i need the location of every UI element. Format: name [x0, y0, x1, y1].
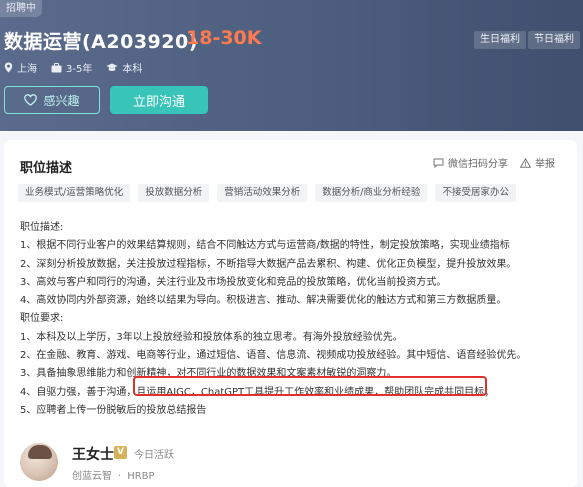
recruiter-company: 创蓝云智 · HRBP: [72, 467, 161, 482]
skill-tag: 投放数据分析: [138, 184, 210, 202]
briefcase-icon: [51, 62, 62, 72]
requirements-heading: 职位要求:: [20, 313, 64, 325]
experience: 3-5年: [51, 60, 92, 75]
skill-tag: 不接受居家办公: [435, 184, 516, 202]
description-heading: 职位描述:: [20, 222, 64, 233]
requirement-line: 5、应聘者上传一份脱敏后的投放总结报告: [20, 404, 207, 416]
job-header: 招聘中 数据运营(A203920) 18-30K 生日福利 节日福利 上海 3-…: [0, 0, 583, 131]
requirement-line: 2、在金融、教育、游戏、电商等行业，通过短信、语音、信息流、视频成功投放经验。其…: [20, 350, 527, 362]
active-status: 今日活跃: [134, 450, 174, 461]
report-button[interactable]: 举报: [520, 155, 555, 170]
highlight-annotation-box: [133, 376, 487, 396]
chat-now-button[interactable]: 立即沟通: [110, 86, 208, 114]
skill-tag: 业务模式/运营策略优化: [18, 184, 131, 202]
heart-icon: [24, 94, 38, 106]
skill-tag: 营销活动效果分析: [217, 184, 308, 202]
location-text: 上海: [17, 64, 37, 75]
job-title: 数据运营(A203920): [4, 31, 198, 53]
description-line: 3、高效与客户和同行的沟通，关注行业及市场投放变化和竞品的投放策略，优化当前投资…: [20, 276, 447, 288]
description-line: 2、深刻分析投放数据，关注投放过程指标，不断指导大数据产品去累积、构建、优化正负…: [20, 258, 517, 270]
description-line: 1、根据不同行业客户的效果结算规则，结合不同触达方式与运营商/数据的特性，制定投…: [20, 240, 510, 252]
education: 本科: [106, 60, 142, 75]
benefit-tag-festival: 节日福利: [528, 31, 580, 49]
requirement-line: 1、本科及以上学历，3年以上投放经验和投放体系的独立思考。有海外投放经验优先。: [20, 331, 403, 343]
company-name: 创蓝云智: [72, 471, 112, 482]
job-meta: 上海 3-5年 本科: [4, 60, 156, 75]
wechat-share-label: 微信扫码分享: [448, 159, 508, 170]
salary: 18-30K: [186, 27, 262, 49]
chat-bubble-icon: [433, 158, 444, 168]
education-text: 本科: [122, 64, 143, 75]
interest-button-label: 感兴趣: [43, 93, 80, 108]
skill-tags: 业务模式/运营策略优化 投放数据分析 营销活动效果分析 数据分析/商业分析经验 …: [18, 184, 524, 202]
recruiter-role: HRBP: [127, 471, 155, 482]
report-label: 举报: [535, 159, 555, 170]
avatar: [20, 443, 58, 481]
status-badge: 招聘中: [0, 0, 42, 17]
job-description-card: 职位描述 微信扫码分享 举报 业务模式/运营策略优化 投放数据分析 营销活动效果…: [4, 140, 577, 487]
wechat-share-button[interactable]: 微信扫码分享: [433, 155, 508, 170]
interest-button[interactable]: 感兴趣: [4, 86, 100, 114]
section-title: 职位描述: [20, 161, 73, 176]
skill-tag: 数据分析/商业分析经验: [315, 184, 428, 202]
benefit-tag-birthday: 生日福利: [474, 31, 526, 49]
separator: ·: [118, 471, 122, 482]
verified-badge-icon: V: [114, 446, 127, 459]
experience-text: 3-5年: [66, 64, 93, 75]
location: 上海: [4, 60, 37, 75]
recruiter-name: 王女士: [72, 447, 114, 463]
graduation-cap-icon: [106, 63, 118, 71]
warning-icon: [520, 157, 531, 168]
card-actions: 微信扫码分享 举报: [421, 155, 555, 170]
location-pin-icon: [4, 62, 13, 73]
description-line: 4、高效协同内外部资源，始终以结果为导向。积极进言、推动、解决需要优化的触达方式…: [20, 295, 507, 307]
